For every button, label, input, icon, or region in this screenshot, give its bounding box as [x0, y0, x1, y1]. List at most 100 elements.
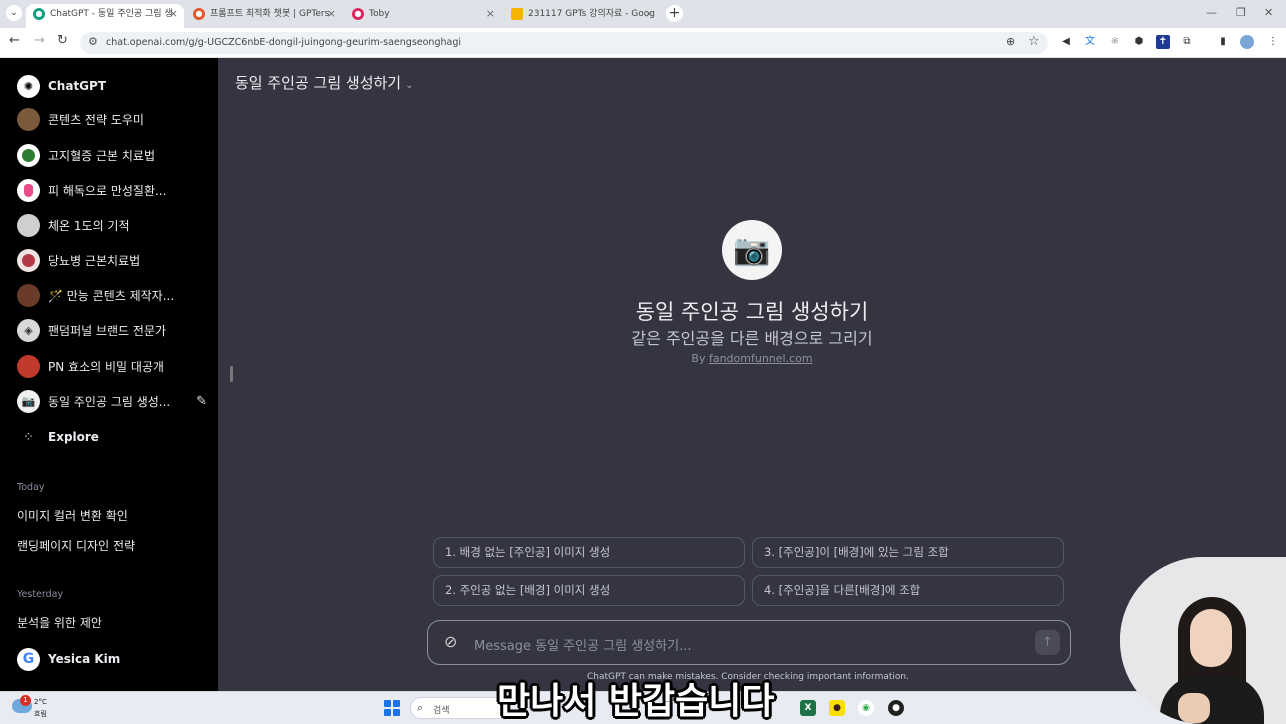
chat-history-item[interactable]: 이미지 컬러 변환 확인 — [17, 507, 128, 524]
tab-title: ChatGPT - 동일 주인공 그림 생 — [50, 9, 173, 19]
sidebar-item-label: 체온 1도의 기적 — [48, 218, 130, 233]
sidebar-item-gpt[interactable]: PN 효소의 비밀 대공개 — [17, 353, 207, 379]
sidebar-item-label: 팬덤퍼널 브랜드 전문가 — [48, 323, 167, 338]
extension-hex-icon[interactable]: ⬢ — [1132, 35, 1146, 49]
bookmark-star-icon[interactable]: ☆ — [1028, 34, 1040, 49]
excel-icon[interactable]: X — [800, 700, 816, 716]
sidebar-item-label: 🪄 만능 콘텐츠 제작자... — [48, 288, 175, 303]
puzzle-icon[interactable]: ⧉ — [1180, 35, 1194, 49]
gpt-avatar — [17, 143, 40, 167]
close-icon[interactable]: × — [645, 4, 654, 24]
sidebar-item-label: 동일 주인공 그림 생성... — [48, 394, 171, 409]
message-composer[interactable]: ⊘ Message 동일 주인공 그림 생성하기... ↑ — [427, 620, 1071, 665]
translate-icon[interactable]: 文 — [1083, 35, 1097, 49]
gpt-avatar — [17, 107, 40, 131]
toby-favicon-icon: ● — [352, 8, 364, 20]
message-input[interactable]: Message 동일 주인공 그림 생성하기... — [474, 635, 691, 654]
page-title: 동일 주인공 그림 생성하기 — [235, 74, 402, 92]
chat-history-item[interactable]: 분석을 위한 제안 — [17, 614, 102, 631]
weather-temp: 2°C — [34, 698, 47, 706]
menu-kebab-icon[interactable]: ⋮ — [1266, 35, 1280, 49]
chevron-down-icon: ⌄ — [405, 80, 414, 91]
new-tab-button[interactable]: + — [666, 5, 683, 22]
zoom-icon[interactable]: ⊕ — [1006, 35, 1015, 48]
suggestion-button[interactable]: 4. [주인공]을 다른[배경]에 조합 — [752, 575, 1064, 606]
close-icon[interactable]: × — [327, 4, 336, 24]
taskbar-search[interactable]: ⌕ 검색 — [410, 697, 510, 719]
sidebar-item-gpt[interactable]: 당뇨병 근본치료법 — [17, 247, 207, 273]
sidebar-item-gpt[interactable]: 🪄 만능 콘텐츠 제작자... — [17, 282, 207, 308]
weather-condition: 흐림 — [34, 710, 47, 718]
sidebar-toggle-handle[interactable] — [230, 366, 233, 382]
tab-title: 231117 GPTs 강의자료 - Goog — [528, 9, 655, 19]
windows-start-icon[interactable] — [384, 700, 400, 716]
sidebar-item-gpt[interactable]: 고지혈증 근본 치료법 — [17, 142, 207, 168]
user-name: Yesica Kim — [48, 652, 121, 666]
close-window-icon[interactable]: ✕ — [1264, 6, 1273, 19]
sidebar-item-gpt[interactable]: ◈ 팬덤퍼널 브랜드 전문가 — [17, 317, 207, 343]
extension-icon[interactable]: ※ — [1108, 35, 1122, 49]
sidebar-item-label: ChatGPT — [48, 79, 107, 93]
gpt-description: 같은 주인공을 다른 배경으로 그리기 — [631, 329, 873, 348]
close-icon[interactable]: × — [486, 4, 495, 24]
chat-history-item[interactable]: 랜딩페이지 디자인 전략 — [17, 537, 135, 554]
reload-icon[interactable]: ↻ — [57, 33, 68, 48]
sidebar-item-gpt[interactable]: 콘텐츠 전략 도우미 — [17, 106, 207, 132]
author-prefix: By — [691, 352, 706, 365]
weather-widget[interactable]: 1 2°C 흐림 — [12, 695, 62, 721]
recorder-icon[interactable]: ● — [888, 700, 904, 716]
camera-icon: 📷 — [17, 389, 40, 413]
restore-icon[interactable]: ❐ — [1236, 6, 1246, 19]
sidebar-item-explore[interactable]: ⁘ Explore — [17, 424, 207, 450]
back-icon[interactable]: ← — [9, 33, 20, 48]
gpt-name: 동일 주인공 그림 생성하기 — [635, 300, 869, 324]
send-arrow-icon[interactable]: ↑ — [1035, 630, 1060, 655]
gpt-avatar — [17, 354, 40, 378]
extension-cross-icon[interactable]: ✝ — [1156, 35, 1170, 49]
gpt-avatar — [17, 178, 40, 202]
suggestion-button[interactable]: 1. 배경 없는 [주인공] 이미지 생성 — [433, 537, 745, 568]
side-panel-icon[interactable]: ▮ — [1216, 35, 1230, 49]
gpt-avatar: ◈ — [17, 318, 40, 342]
minimize-icon[interactable]: — — [1206, 6, 1217, 19]
gpt-avatar — [17, 283, 40, 307]
presenter-face — [1190, 609, 1232, 667]
video-caption: 만나서 반갑습니다 — [497, 681, 775, 722]
tab-search-icon[interactable]: ⌄ — [6, 5, 22, 21]
gpt-title-dropdown[interactable]: 동일 주인공 그림 생성하기 ⌄ — [235, 72, 414, 93]
sidebar: ✺ ChatGPT 콘텐츠 전략 도우미 고지혈증 근본 치료법 피 해독으로 … — [0, 58, 218, 691]
tab-chatgpt[interactable]: ● ChatGPT - 동일 주인공 그림 생 × — [26, 4, 184, 28]
section-label-yesterday: Yesterday — [17, 589, 64, 600]
paperclip-icon[interactable]: ⊘ — [444, 632, 457, 651]
sidebar-item-gpt[interactable]: 체온 1도의 기적 — [17, 212, 207, 238]
suggestion-button[interactable]: 2. 주인공 없는 [배경] 이미지 생성 — [433, 575, 745, 606]
suggestion-button[interactable]: 3. [주인공]이 [배경]에 있는 그림 조합 — [752, 537, 1064, 568]
sidebar-item-gpt-active[interactable]: 📷 동일 주인공 그림 생성... ✎ — [17, 388, 207, 414]
openai-logo-icon: ✺ — [17, 74, 40, 98]
tab-gpters[interactable]: ● 프롬프트 최적화 챗봇 | GPTers × — [186, 4, 342, 28]
sidebar-item-label: 콘텐츠 전략 도우미 — [48, 112, 144, 127]
tab-google-slides[interactable]: 231117 GPTs 강의자료 - Goog × — [504, 4, 660, 28]
address-bar[interactable]: ⚙ chat.openai.com/g/g-UGCZC6nbE-dongil-j… — [80, 32, 1048, 54]
kakaotalk-icon[interactable]: ● — [829, 700, 845, 716]
notification-badge: 1 — [20, 695, 31, 706]
profile-avatar[interactable] — [1240, 35, 1254, 49]
presenter-hand — [1178, 693, 1210, 723]
google-logo-icon: G — [17, 647, 40, 671]
new-chat-edit-icon[interactable]: ✎ — [196, 394, 207, 409]
close-icon[interactable]: × — [169, 4, 178, 24]
sidebar-item-label: 피 해독으로 만성질환... — [48, 183, 167, 198]
forward-icon[interactable]: → — [34, 33, 45, 48]
tab-title: Toby — [369, 9, 390, 19]
sidebar-item-gpt[interactable]: 피 해독으로 만성질환... — [17, 177, 207, 203]
sidebar-item-label: 고지혈증 근본 치료법 — [48, 148, 155, 163]
site-info-icon[interactable]: ⚙ — [88, 35, 98, 48]
chrome-icon[interactable]: ◉ — [858, 700, 874, 716]
url-text[interactable]: chat.openai.com/g/g-UGCZC6nbE-dongil-jui… — [106, 37, 461, 48]
sidebar-item-chatgpt[interactable]: ✺ ChatGPT — [17, 73, 207, 99]
speaker-icon[interactable]: ◀ — [1059, 35, 1073, 49]
author-link[interactable]: fandomfunnel.com — [709, 352, 813, 365]
gpt-avatar — [17, 213, 40, 237]
user-menu[interactable]: G Yesica Kim — [17, 646, 207, 672]
tab-toby[interactable]: ● Toby × — [345, 4, 501, 28]
